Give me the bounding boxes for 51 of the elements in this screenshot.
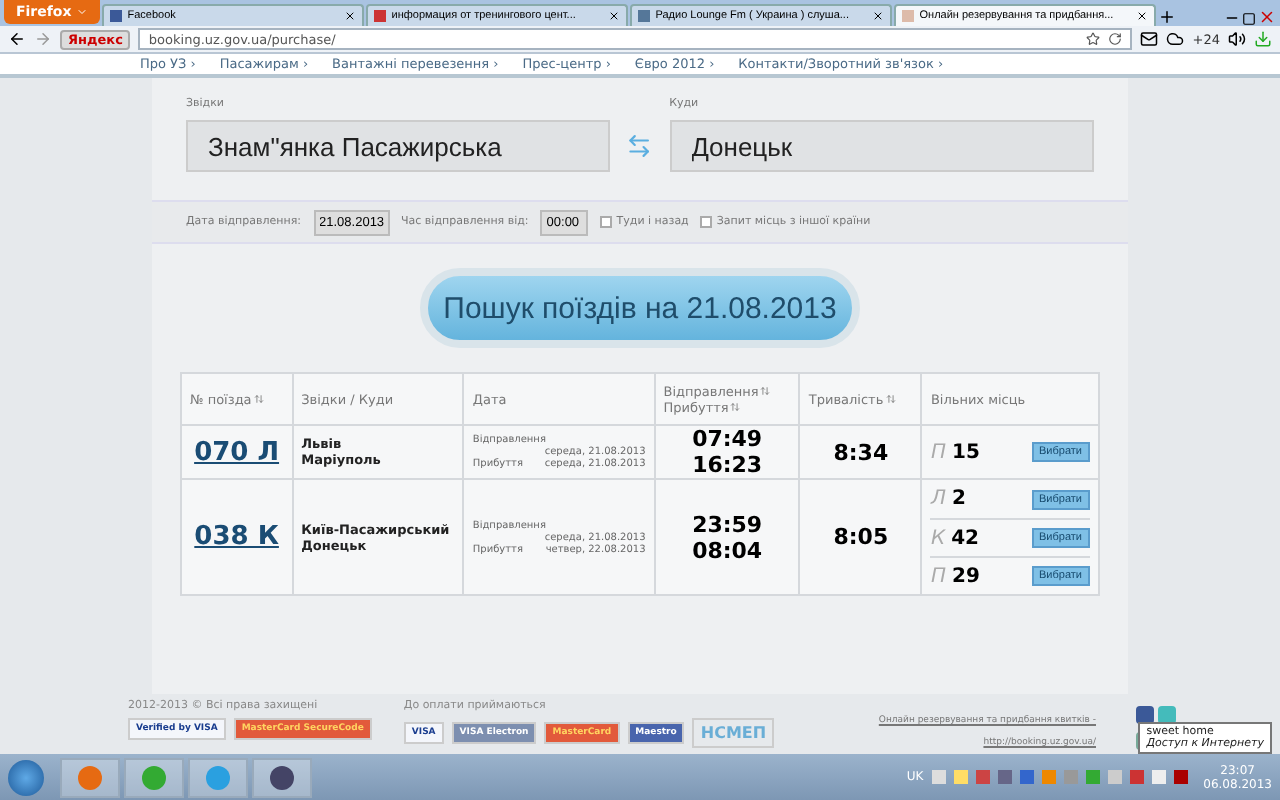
seat-class: П	[930, 565, 946, 587]
favicon-icon	[901, 10, 914, 22]
departure-time: 07:49	[690, 426, 765, 452]
app-icon	[142, 765, 166, 789]
arrival-time: 08:04	[690, 537, 765, 563]
favicon-icon	[373, 10, 386, 22]
favicon-icon	[109, 10, 122, 22]
maximize-icon[interactable]	[1242, 12, 1256, 26]
close-icon[interactable]	[343, 10, 356, 22]
reload-icon[interactable]	[1108, 32, 1123, 46]
swap-icon[interactable]	[626, 132, 654, 160]
mail-icon[interactable]	[1140, 30, 1159, 48]
sort-icon[interactable]	[730, 402, 741, 412]
taskbar-app-button[interactable]	[252, 757, 312, 797]
arrival-time: 16:23	[690, 452, 765, 478]
app-icon	[206, 765, 230, 789]
payment-logo: НСМЕП	[692, 718, 775, 748]
seat-class: Л	[930, 488, 946, 510]
sort-icon[interactable]	[760, 386, 771, 396]
new-tab-icon[interactable]	[1157, 8, 1176, 26]
seat-count: 15	[951, 441, 982, 463]
sort-icon[interactable]	[885, 394, 896, 404]
from-station-field[interactable]: Знам"янка Пасажирська	[186, 120, 611, 172]
close-icon[interactable]	[607, 10, 620, 22]
caret-icon	[75, 6, 88, 18]
start-icon[interactable]	[8, 759, 44, 795]
speaker-icon[interactable]	[1228, 30, 1246, 48]
checkbox[interactable]	[700, 216, 713, 228]
sort-icon[interactable]	[253, 394, 264, 404]
forward-icon[interactable]	[34, 30, 52, 48]
train-number-link[interactable]: 038 К	[194, 522, 279, 552]
favicon-icon	[637, 10, 650, 22]
seat-count: 29	[951, 565, 982, 587]
checkbox[interactable]	[600, 216, 613, 228]
seat-count: 2	[951, 488, 968, 510]
seat-class: П	[930, 441, 946, 463]
close-icon[interactable]	[871, 10, 884, 22]
train-number-link[interactable]: 070 Л	[194, 437, 280, 467]
cloud-icon[interactable]	[1166, 30, 1185, 48]
star-icon[interactable]	[1086, 32, 1101, 46]
duration-text: 8:34	[833, 439, 889, 465]
departure-time: 23:59	[690, 511, 765, 537]
back-icon[interactable]	[8, 30, 26, 48]
app-icon	[78, 765, 102, 789]
close-icon[interactable]	[1135, 10, 1148, 22]
app-icon	[270, 765, 294, 789]
seat-class: К	[930, 527, 946, 549]
search-trains-button[interactable]: Пошук поїздів на 21.08.2013	[420, 268, 860, 348]
duration-text: 8:05	[833, 524, 889, 550]
to-station-field[interactable]: Донецьк	[669, 120, 1094, 172]
seat-count: 42	[951, 527, 981, 549]
